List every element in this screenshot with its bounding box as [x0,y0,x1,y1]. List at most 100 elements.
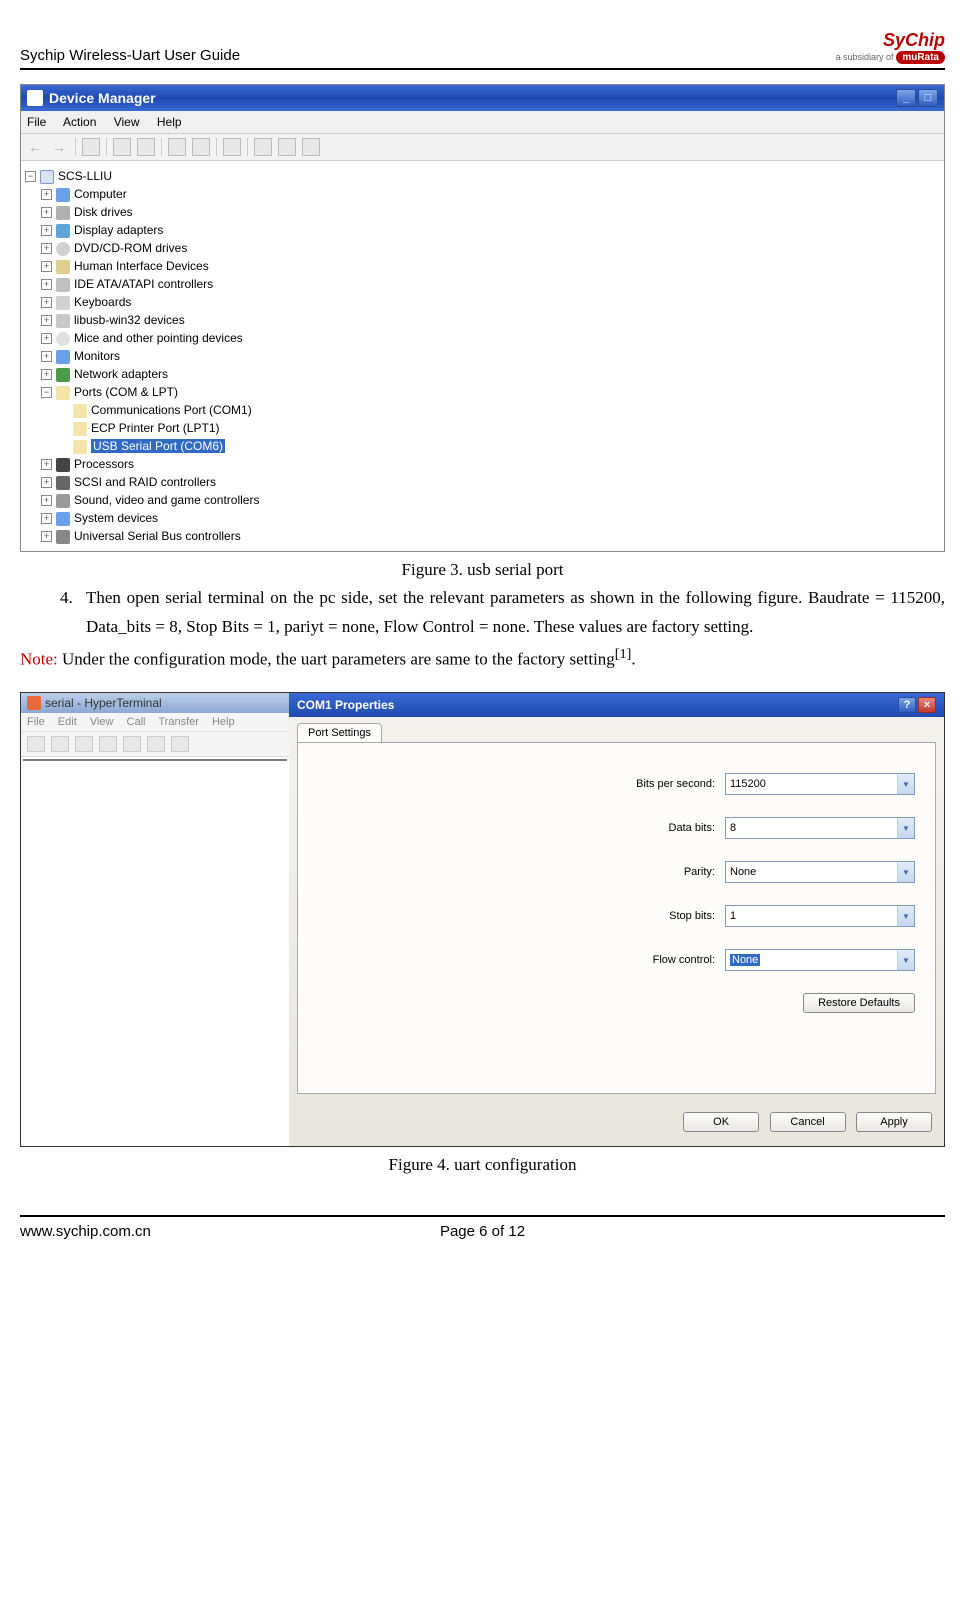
tree-item[interactable]: +IDE ATA/ATAPI controllers [41,275,940,293]
brand-logo: SyChip a subsidiary of muRata [836,30,946,64]
help-button[interactable]: ? [898,697,916,713]
ht-tool-icon[interactable] [51,736,69,752]
tree-item[interactable]: +System devices [41,509,940,527]
toolbar-icon[interactable] [254,138,272,156]
device-tree: −SCS-LLIU+Computer+Disk drives+Display a… [21,161,944,551]
tab-strip: Port Settings [289,717,944,742]
toolbar-icon[interactable] [302,138,320,156]
form-row: Flow control:None▼ [318,949,915,971]
cancel-button[interactable]: Cancel [770,1112,846,1132]
step-text: Then open serial terminal on the pc side… [86,584,945,642]
tree-item[interactable]: +Sound, video and game controllers [41,491,940,509]
tree-item[interactable]: +Processors [41,455,940,473]
tree-item[interactable]: +libusb-win32 devices [41,311,940,329]
ht-titlebar: serial - HyperTerminal [21,693,289,713]
field-label: Data bits: [605,822,715,834]
port-settings-panel: Bits per second:115200▼Data bits:8▼Parit… [297,742,936,1094]
forward-button[interactable] [51,138,69,156]
note-dot: . [631,649,635,668]
ht-terminal-area [23,759,287,1144]
ht-menubar: File Edit View Call Transfer Help [21,713,289,732]
combo-box[interactable]: 8▼ [725,817,915,839]
toolbar-icon[interactable] [192,138,210,156]
toolbar-icon[interactable] [278,138,296,156]
ht-menu-edit[interactable]: Edit [58,716,77,728]
tree-port-item[interactable]: ECP Printer Port (LPT1) [73,419,940,437]
com-properties-dialog: COM1 Properties ? × Port Settings Bits p… [289,693,944,1146]
step-number: 4. [60,584,86,642]
tree-port-item[interactable]: USB Serial Port (COM6) [73,437,940,455]
tree-item[interactable]: +Keyboards [41,293,940,311]
tree-port-item[interactable]: Communications Port (COM1) [73,401,940,419]
hyperterminal-window: serial - HyperTerminal File Edit View Ca… [21,693,289,1146]
tree-item[interactable]: +Network adapters [41,365,940,383]
props-titlebar: COM1 Properties ? × [289,693,944,717]
tree-item[interactable]: +Computer [41,185,940,203]
toolbar [21,134,944,161]
app-icon [27,90,43,106]
field-label: Parity: [605,866,715,878]
field-label: Stop bits: [605,910,715,922]
combo-box[interactable]: None▼ [725,861,915,883]
form-row: Parity: None▼ [318,861,915,883]
document-title: Sychip Wireless-Uart User Guide [20,47,240,64]
footer-page: Page 6 of 12 [440,1223,525,1240]
toolbar-icon[interactable] [168,138,186,156]
ht-title-text: serial - HyperTerminal [45,696,162,710]
restore-defaults-button[interactable]: Restore Defaults [803,993,915,1013]
toolbar-icon[interactable] [223,138,241,156]
toolbar-icon[interactable] [113,138,131,156]
ok-button[interactable]: OK [683,1112,759,1132]
ht-tool-icon[interactable] [27,736,45,752]
figure-3-caption: Figure 3. usb serial port [20,560,945,580]
ht-tool-icon[interactable] [147,736,165,752]
back-button[interactable] [27,138,45,156]
device-manager-window: Device Manager _ □ File Action View Help [20,84,945,552]
combo-box[interactable]: 115200▼ [725,773,915,795]
maximize-button[interactable]: □ [918,89,938,107]
tree-item[interactable]: +Monitors [41,347,940,365]
toolbar-icon[interactable] [82,138,100,156]
ht-menu-help[interactable]: Help [212,716,235,728]
minimize-button[interactable]: _ [896,89,916,107]
form-row: Stop bits: 1▼ [318,905,915,927]
menu-file[interactable]: File [27,115,46,129]
ht-menu-view[interactable]: View [90,716,114,728]
tree-root[interactable]: −SCS-LLIU [25,167,940,185]
tab-port-settings[interactable]: Port Settings [297,723,382,742]
ht-menu-transfer[interactable]: Transfer [158,716,199,728]
chevron-down-icon: ▼ [897,774,914,794]
ht-app-icon [27,696,41,710]
logo-sub: a subsidiary of [836,52,894,62]
tree-item[interactable]: +Universal Serial Bus controllers [41,527,940,545]
apply-button[interactable]: Apply [856,1112,932,1132]
document-footer: www.sychip.com.cn Page 6 of 12 [20,1215,945,1240]
ht-menu-file[interactable]: File [27,716,45,728]
ht-tool-icon[interactable] [75,736,93,752]
menu-help[interactable]: Help [157,115,182,129]
chevron-down-icon: ▼ [897,950,914,970]
tree-item-ports[interactable]: −Ports (COM & LPT) [41,383,940,401]
logo-brand: muRata [896,51,945,64]
ht-tool-icon[interactable] [171,736,189,752]
document-header: Sychip Wireless-Uart User Guide SyChip a… [20,30,945,70]
step-4: 4. Then open serial terminal on the pc s… [60,584,945,642]
ht-tool-icon[interactable] [99,736,117,752]
tree-item[interactable]: +Mice and other pointing devices [41,329,940,347]
hyperterminal-screenshot: serial - HyperTerminal File Edit View Ca… [20,692,945,1147]
ht-tool-icon[interactable] [123,736,141,752]
window-title: Device Manager [49,90,156,106]
toolbar-icon[interactable] [137,138,155,156]
menu-view[interactable]: View [114,115,140,129]
combo-box[interactable]: 1▼ [725,905,915,927]
tree-item[interactable]: +SCSI and RAID controllers [41,473,940,491]
tree-item[interactable]: +Disk drives [41,203,940,221]
tree-item[interactable]: +DVD/CD-ROM drives [41,239,940,257]
menu-action[interactable]: Action [63,115,96,129]
tree-item[interactable]: +Human Interface Devices [41,257,940,275]
tree-item[interactable]: +Display adapters [41,221,940,239]
close-button[interactable]: × [918,697,936,713]
combo-box[interactable]: None▼ [725,949,915,971]
chevron-down-icon: ▼ [897,906,914,926]
ht-menu-call[interactable]: Call [127,716,146,728]
